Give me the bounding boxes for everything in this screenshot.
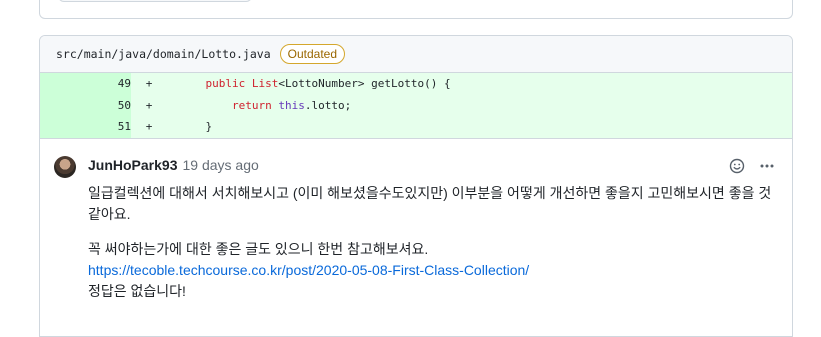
smiley-icon[interactable] [728, 157, 746, 175]
comment-paragraph: 일급컬렉션에 대해서 서치해보시고 (이미 해보셨을수도있지만) 이부분을 어떻… [88, 184, 772, 222]
comment-timestamp[interactable]: 19 days ago [182, 157, 258, 173]
previous-card-button-stub [58, 0, 252, 2]
line-number[interactable]: 50 [40, 94, 131, 116]
diff-marker: + [145, 120, 153, 134]
diff-marker: + [145, 98, 153, 112]
comment-paragraph: 정답은 없습니다! [88, 282, 186, 299]
comment-paragraph: 꼭 써야하는가에 대한 좋은 글도 있으니 한번 참고해보셔요. [88, 240, 429, 257]
diff-marker: + [145, 77, 153, 91]
avatar[interactable] [54, 155, 76, 178]
code-line: } [205, 120, 213, 134]
diff-line: 51 + } [40, 116, 792, 138]
kebab-horizontal-icon[interactable] [758, 157, 776, 175]
outdated-badge: Outdated [279, 44, 346, 64]
diff-line: 49 + public List<LottoNumber> getLotto()… [40, 73, 792, 95]
previous-comment-card [39, 0, 793, 19]
code-line: return this.lotto; [231, 98, 352, 112]
comment-meta: JunHoPark93 19 days ago [88, 153, 776, 177]
file-path[interactable]: src/main/java/domain/Lotto.java [56, 47, 271, 61]
diff-snippet: 49 + public List<LottoNumber> getLotto()… [40, 73, 792, 138]
review-thread-card: src/main/java/domain/Lotto.java Outdated… [39, 35, 793, 337]
diff-line: 50 + return this.lotto; [40, 94, 792, 116]
code-line: public List<LottoNumber> getLotto() { [205, 77, 451, 91]
comment-author[interactable]: JunHoPark93 [88, 157, 177, 173]
file-header: src/main/java/domain/Lotto.java Outdated [40, 36, 792, 73]
line-number[interactable]: 49 [40, 73, 131, 95]
line-number[interactable]: 51 [40, 116, 131, 138]
reference-link[interactable]: https://tecoble.techcourse.co.kr/post/20… [88, 262, 529, 278]
comment-body: 일급컬렉션에 대해서 서치해보시고 (이미 해보셨을수도있지만) 이부분을 어떻… [88, 183, 776, 302]
review-comment: JunHoPark93 19 days ago 일급컬렉션에 대해서 서치해보시… [40, 137, 792, 302]
comment-actions [728, 157, 776, 175]
